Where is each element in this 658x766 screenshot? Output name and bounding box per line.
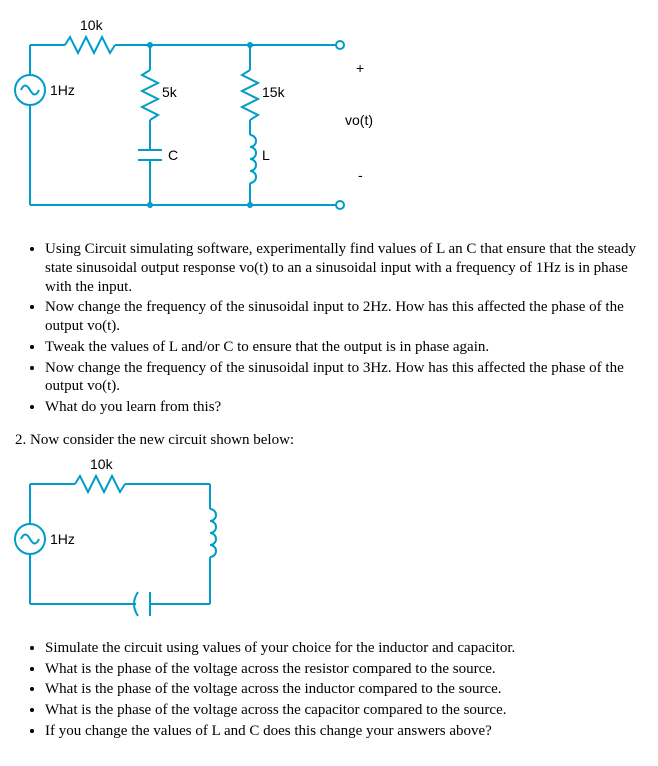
q2-item-5: If you change the values of L and C does…: [45, 722, 648, 741]
q1-item-4: Now change the frequency of the sinusoid…: [45, 359, 648, 397]
ind-l-label: L: [262, 147, 270, 163]
circuit-diagram-1: 10k 1Hz 5k C 15k L + vo(t) -: [10, 15, 648, 225]
question-1-list: Using Circuit simulating software, exper…: [15, 240, 648, 417]
out-minus: -: [358, 167, 363, 183]
resistor-15k-label: 15k: [262, 84, 286, 100]
q2-item-4: What is the phase of the voltage across …: [45, 701, 648, 720]
resistor-10k-label: 10k: [80, 17, 104, 33]
question-2-list: Simulate the circuit using values of you…: [15, 639, 648, 741]
q2-item-3: What is the phase of the voltage across …: [45, 680, 648, 699]
q1-item-5: What do you learn from this?: [45, 398, 648, 417]
q1-item-3: Tweak the values of L and/or C to ensure…: [45, 338, 648, 357]
circuit-diagram-2: 10k 1Hz: [10, 454, 648, 624]
source-freq-label: 1Hz: [50, 82, 75, 98]
source-freq-label-2: 1Hz: [50, 531, 75, 547]
q1-item-1: Using Circuit simulating software, exper…: [45, 240, 648, 296]
resistor-5k-label: 5k: [162, 84, 178, 100]
cap-c-label: C: [168, 147, 178, 163]
q2-item-2: What is the phase of the voltage across …: [45, 660, 648, 679]
q1-item-2: Now change the frequency of the sinusoid…: [45, 298, 648, 336]
out-vo-label: vo(t): [345, 112, 373, 128]
q2-item-1: Simulate the circuit using values of you…: [45, 639, 648, 658]
question-2-intro: 2. Now consider the new circuit shown be…: [15, 432, 648, 449]
resistor-10k-label-2: 10k: [90, 456, 114, 472]
out-plus: +: [356, 60, 364, 76]
